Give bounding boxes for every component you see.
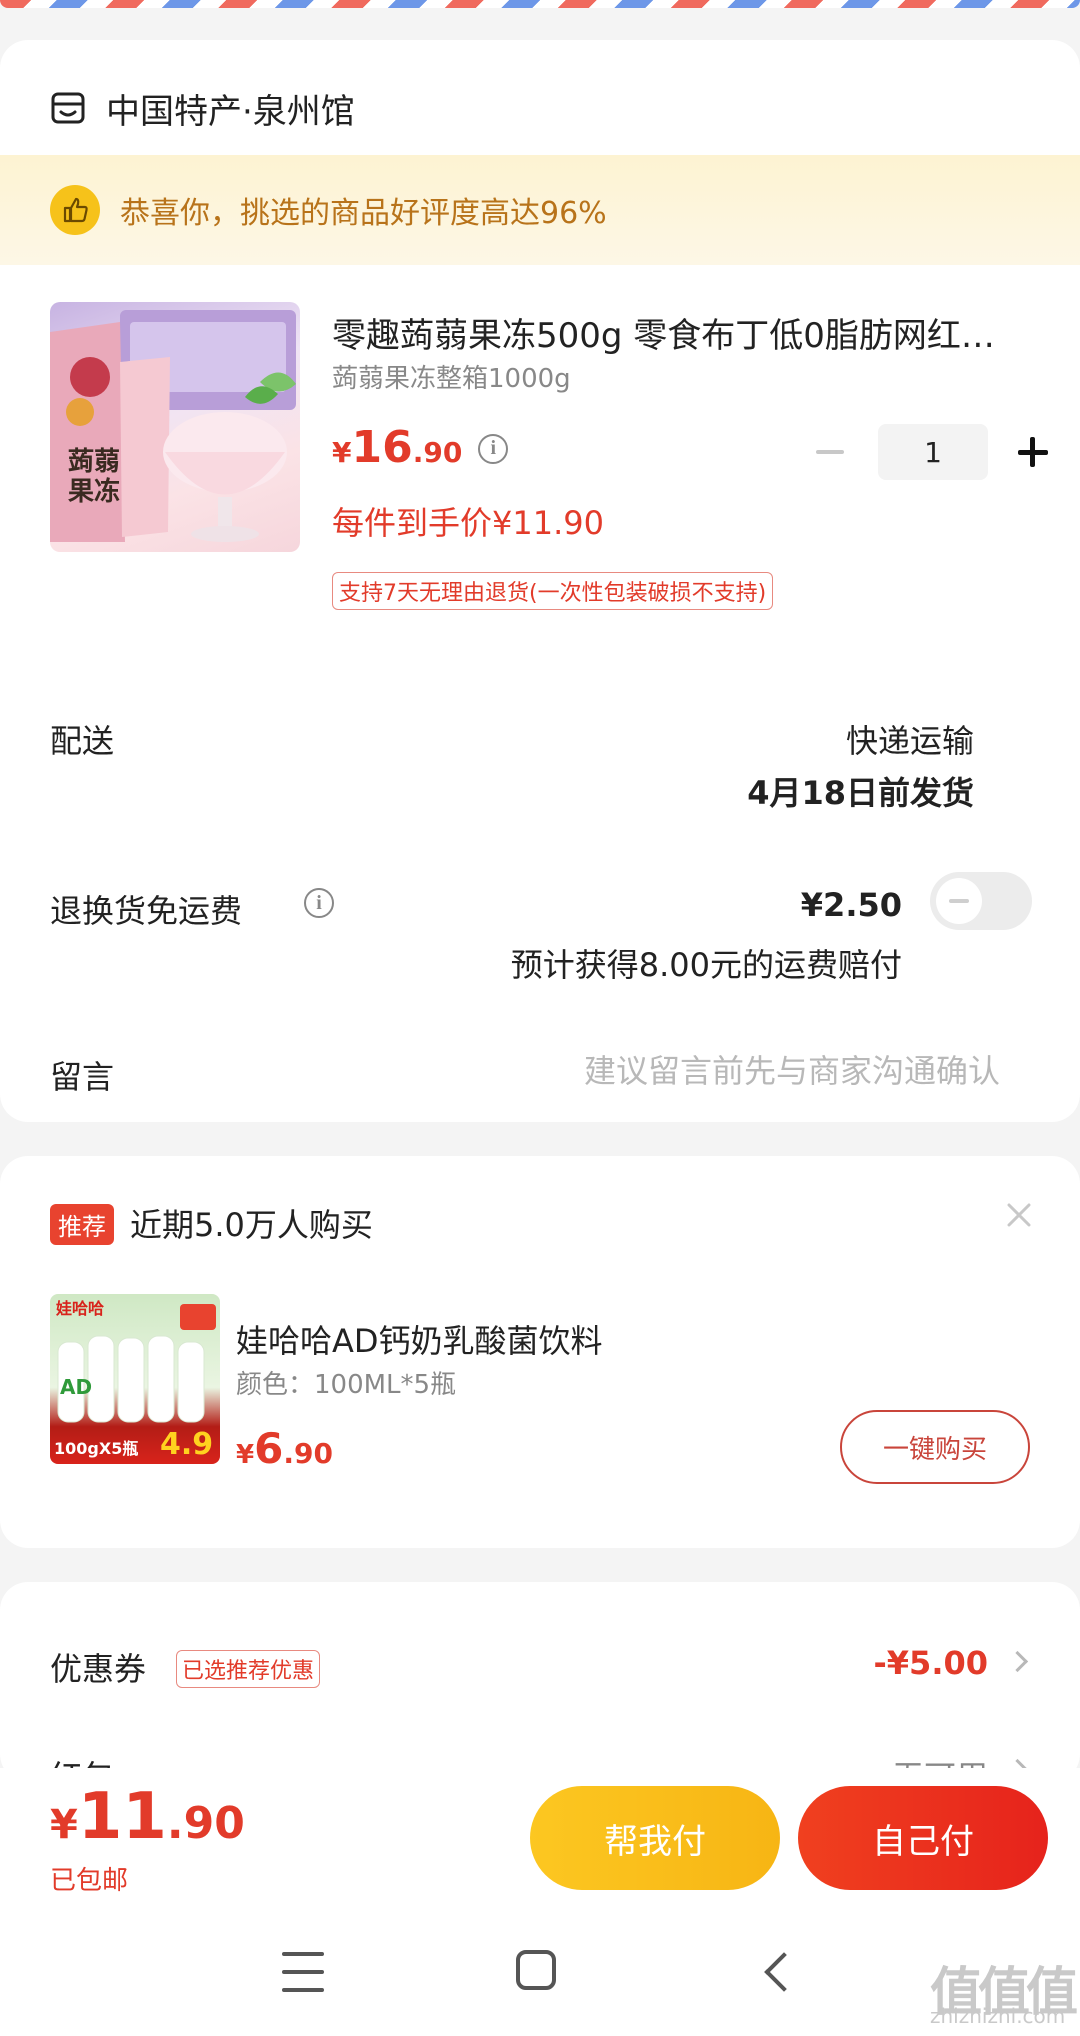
rec-price-symbol: ¥ xyxy=(236,1440,255,1470)
praise-banner: 恭喜你，挑选的商品好评度高达96% xyxy=(0,155,1080,265)
message-input[interactable] xyxy=(420,1052,1000,1090)
checkout-bar: ¥ 11 .90 已包邮 帮我付 自己付 xyxy=(0,1768,1080,1908)
close-icon[interactable] xyxy=(1004,1200,1034,1230)
shop-name: 中国特产·泉州馆 xyxy=(106,91,355,132)
return-fee-amount: ¥2.50 xyxy=(800,886,902,924)
return-fee-info-icon[interactable]: i xyxy=(304,888,334,918)
store-icon xyxy=(51,92,85,124)
message-label: 留言 xyxy=(50,1058,115,1096)
coupon-amount[interactable]: -¥5.00 xyxy=(874,1644,989,1682)
one-click-buy-button[interactable]: 一键购买 xyxy=(840,1410,1030,1484)
free-shipping-note: 已包邮 xyxy=(50,1866,129,1896)
image-label-2: 果冻 xyxy=(68,476,120,506)
decrease-quantity-button[interactable] xyxy=(808,427,852,477)
system-nav-bar xyxy=(0,1908,1080,2036)
help-me-pay-button[interactable]: 帮我付 xyxy=(530,1786,780,1890)
product-price: ¥ 16 .90 i xyxy=(332,422,509,473)
total-decimal: .90 xyxy=(166,1798,245,1849)
pay-myself-button[interactable]: 自己付 xyxy=(798,1786,1048,1890)
increase-quantity-button[interactable] xyxy=(1010,427,1054,477)
return-fee-label: 退换货免运费 xyxy=(50,892,243,930)
recommend-product-name[interactable]: 娃哈哈AD钙奶乳酸菌饮料 xyxy=(236,1316,603,1362)
delivery-label: 配送 xyxy=(50,722,115,760)
price-info-icon[interactable]: i xyxy=(478,433,509,464)
price-symbol: ¥ xyxy=(332,436,352,469)
recommend-product-price: ¥ 6 .90 xyxy=(236,1424,333,1473)
recommend-product-spec: 颜色：100ML*5瓶 xyxy=(236,1370,457,1400)
shop-header[interactable]: 中国特产·泉州馆 xyxy=(50,78,355,138)
price-decimal: .90 xyxy=(412,436,463,469)
quantity-value[interactable]: 1 xyxy=(878,424,988,480)
net-price: 每件到手价¥11.90 xyxy=(332,504,604,542)
shop-order-card: 中国特产·泉州馆 恭喜你，挑选的商品好评度高达96% 蒟蒻 果冻 零趣蒟蒻果冻5… xyxy=(0,40,1080,1122)
thumbs-up-icon xyxy=(50,185,100,235)
coupon-selected-tag: 已选推荐优惠 xyxy=(176,1650,321,1688)
home-icon[interactable] xyxy=(516,1950,556,1990)
total-integer: 11 xyxy=(77,1780,167,1854)
recent-apps-icon[interactable] xyxy=(282,1952,324,1992)
delivery-method: 快递运输 xyxy=(845,722,974,760)
total-symbol: ¥ xyxy=(50,1802,78,1848)
return-fee-toggle[interactable] xyxy=(930,872,1032,930)
price-integer: 16 xyxy=(351,422,413,473)
product-title[interactable]: 零趣蒟蒻果冻500g 零食布丁低0脂肪网红… xyxy=(332,308,1032,357)
total-price: ¥ 11 .90 xyxy=(50,1780,245,1854)
quantity-stepper: 1 xyxy=(808,424,1054,480)
return-fee-note: 预计获得8.00元的运费赔付 xyxy=(510,946,902,984)
praise-text: 恭喜你，挑选的商品好评度高达96% xyxy=(120,196,607,231)
product-sku[interactable]: 蒟蒻果冻整箱1000g xyxy=(332,358,571,395)
product-image[interactable]: 蒟蒻 果冻 xyxy=(50,302,300,552)
recommend-product-image[interactable]: 娃哈哈 AD 100gX5瓶 4.9 xyxy=(50,1294,220,1464)
image-label-1: 蒟蒻 xyxy=(68,447,120,476)
back-icon[interactable] xyxy=(756,1950,796,1994)
coupon-chevron-right-icon[interactable] xyxy=(1008,1648,1028,1674)
image-pack-label: 100gX5瓶 xyxy=(54,1439,138,1458)
image-brand-label: 娃哈哈 xyxy=(55,1299,104,1318)
rec-price-integer: 6 xyxy=(254,1424,284,1473)
return-policy-badge: 支持7天无理由退货(一次性包装破损不支持) xyxy=(332,572,774,610)
discount-card: 优惠券 已选推荐优惠 -¥5.00 红包 无可用 xyxy=(0,1582,1080,1796)
coupon-label: 优惠券 xyxy=(50,1650,147,1688)
toggle-knob xyxy=(936,878,982,924)
rec-price-decimal: .90 xyxy=(283,1437,333,1470)
image-ad-label: AD xyxy=(60,1375,92,1399)
recommendation-card: 推荐 近期5.0万人购买 娃哈哈 AD 100gX5瓶 4.9 娃哈哈AD钙奶乳… xyxy=(0,1156,1080,1548)
recommend-tag: 推荐 xyxy=(50,1204,114,1245)
watermark-url: zhizhizhi.com xyxy=(930,2004,1066,2028)
delivery-date: 4月18日前发货 xyxy=(747,774,974,812)
airmail-stripe xyxy=(0,0,1080,8)
image-price-label: 4.9 xyxy=(160,1427,213,1462)
recommend-title: 近期5.0万人购买 xyxy=(130,1206,373,1244)
